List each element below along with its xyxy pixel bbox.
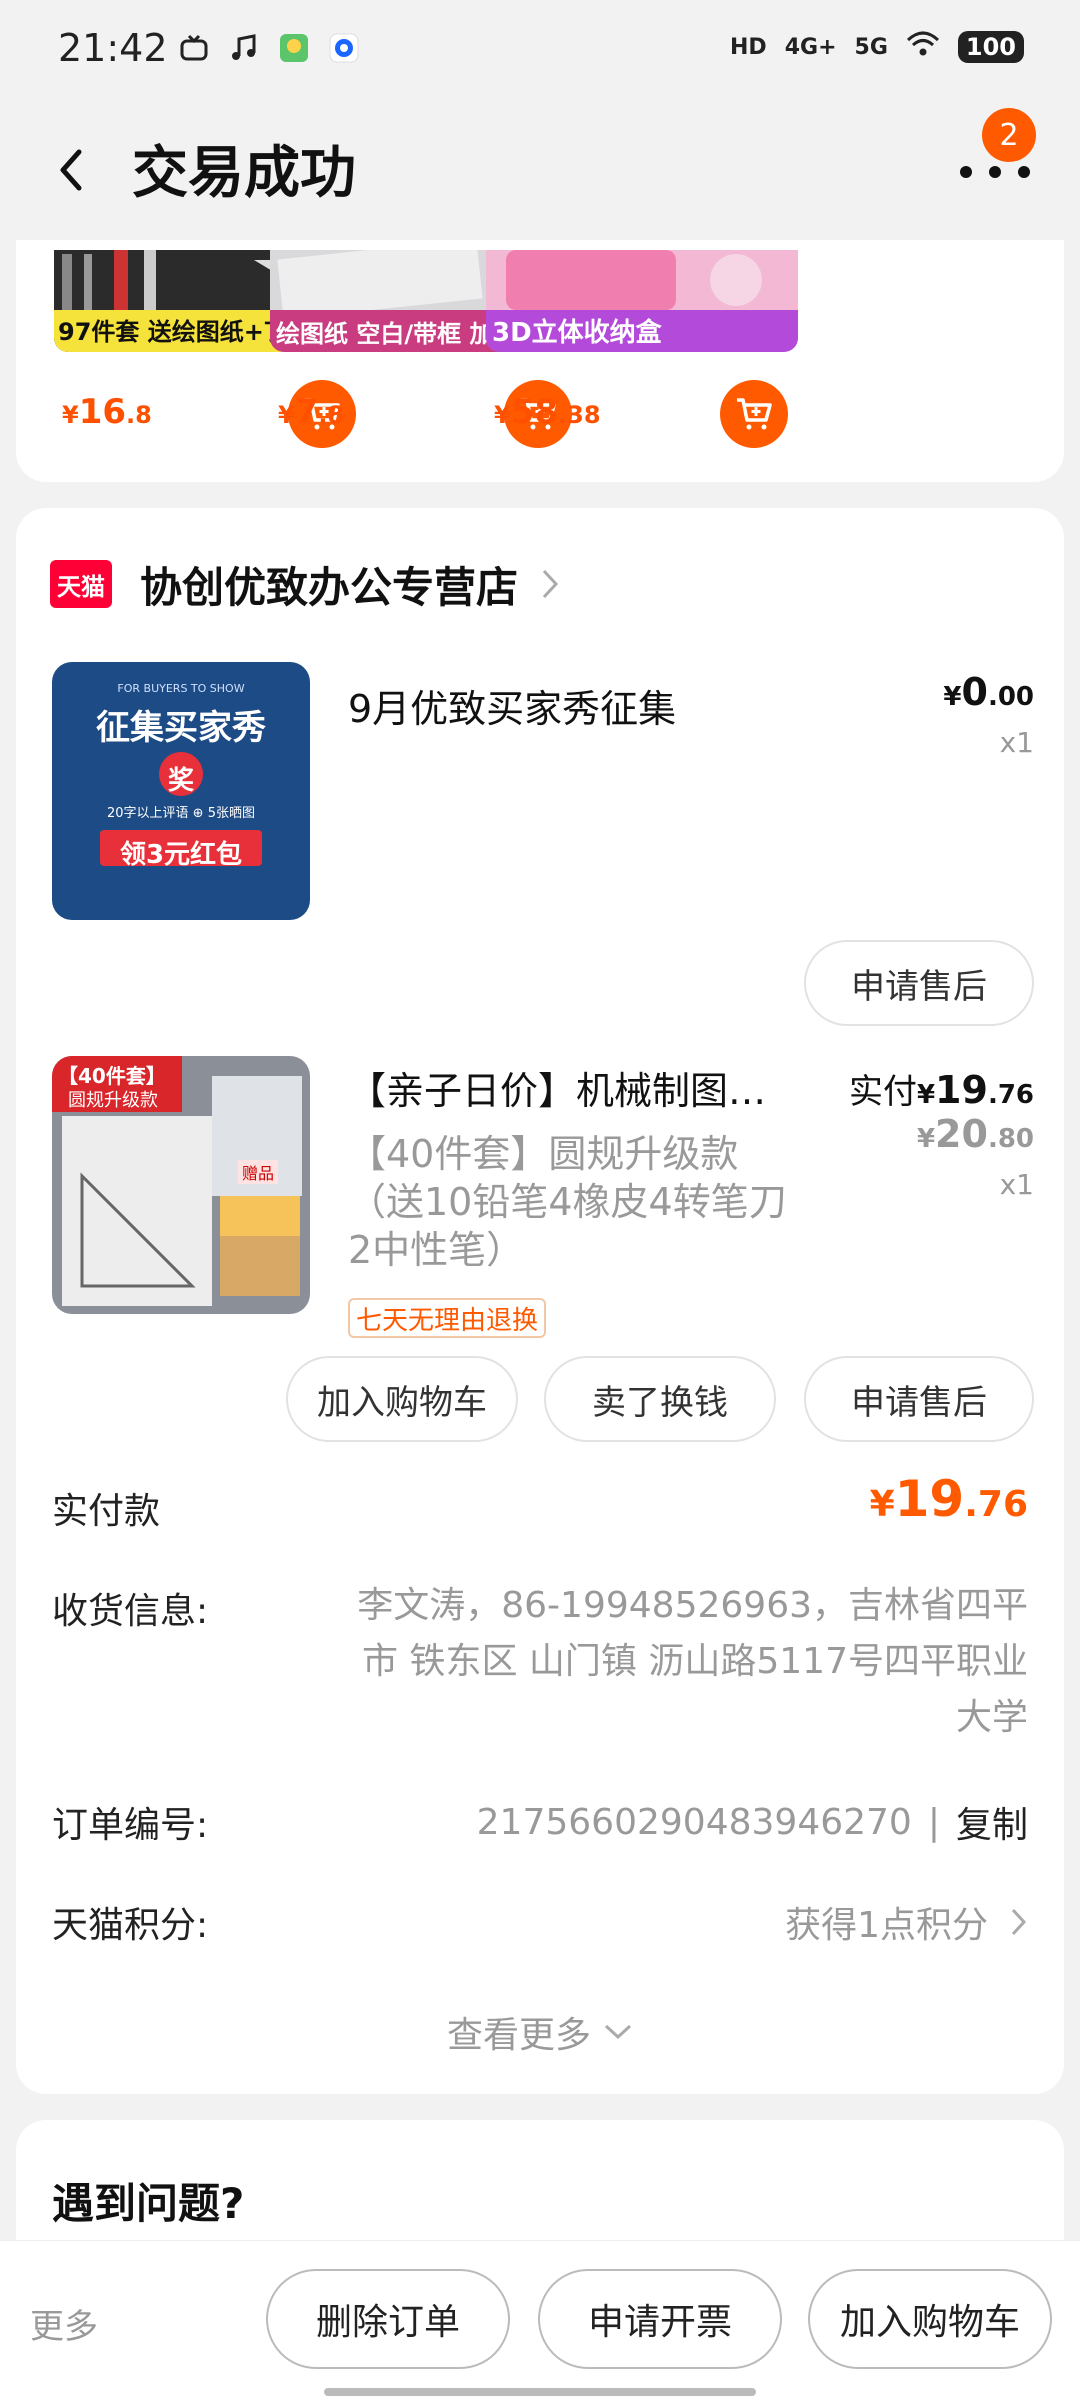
copy-button[interactable]: 复制 [956,1796,1028,1848]
product-spec: 【40件套】圆规升级款（送10铅笔4橡皮4转笔刀2中性笔） [348,1132,787,1272]
chevron-down-icon [604,2024,632,2040]
product-quantity: x1 [999,1168,1034,1201]
store-name: 协创优致办公专营店 [140,562,519,612]
resell-button[interactable]: 卖了换钱 [544,1356,776,1442]
product-image[interactable]: FOR BUYERS TO SHOW 征集买家秀 奖 20字以上评语 ⊕ 5张晒… [52,662,310,920]
product-title[interactable]: 9月优致买家秀征集 [348,678,676,733]
recommendation-strip: 97件套 送绘图纸+丁字尺 ¥16.8 绘图纸 空白/带框 加厚 ¥7.8 3D… [16,240,1064,482]
after-sale-button[interactable]: 申请售后 [804,1356,1034,1442]
add-to-cart-button[interactable] [720,380,788,448]
see-more-button[interactable]: 查看更多 [16,2006,1064,2058]
status-notification-icons [178,32,360,64]
product-price: ¥0.00 [943,670,1034,714]
product-image[interactable]: 【40件套】 圆规升级款 赠品 [52,1056,310,1314]
return-policy-tag: 七天无理由退换 [348,1298,547,1338]
order-card: 天猫 协创优致办公专营店 FOR BUYERS TO SHOW 征集买家秀 奖 … [16,508,1064,2094]
status-right-icons: HD 4G+ 5G 100 [730,30,1024,64]
order-number-row: 2175660290483946270 | 复制 [477,1796,1028,1848]
signal-5g-icon: 5G [854,34,888,60]
delete-order-button[interactable]: 删除订单 [266,2269,510,2369]
page-title: 交易成功 [132,141,356,206]
music-icon [228,32,260,64]
recommended-banner-text: 3D立体收纳盒 [492,318,662,348]
tv-app-icon [178,32,210,64]
help-title: 遇到问题? [52,2179,245,2228]
game-app-icon [278,32,310,64]
product-original-price: ¥20.80 [916,1112,1034,1156]
product-quantity: x1 [999,726,1034,759]
recommended-price: ¥7.8 [278,392,345,432]
order-number-value: 2175660290483946270 [476,1801,912,1843]
order-number-label: 订单编号: [52,1805,209,1846]
recommended-price: ¥58.38 [494,392,601,432]
cart-icon [737,398,772,430]
store-link[interactable]: 天猫 协创优致办公专营店 [50,554,560,614]
recommended-banner-text: 绘图纸 空白/带框 加厚 [276,320,518,348]
paid-amount-value: ¥19.76 [869,1470,1028,1528]
bottom-action-bar: 更多 删除订单 申请开票 加入购物车 [0,2240,1080,2400]
status-time: 21:42 [58,26,168,70]
add-to-cart-button[interactable]: 加入购物车 [808,2269,1052,2369]
request-invoice-button[interactable]: 申请开票 [538,2269,782,2369]
recommended-product-image: 3D立体收纳盒 [486,250,798,352]
points-label: 天猫积分: [52,1905,209,1946]
signal-4g-icon: 4G+ [784,34,837,60]
address-value: 李文涛，86-19948526963，吉林省四平市 铁东区 山门镇 沥山路511… [357,1585,1028,1738]
back-arrow-icon [60,149,82,191]
battery-icon: 100 [957,31,1024,63]
header: 交易成功 [0,100,1080,240]
browser-app-icon [328,32,360,64]
hd-icon: HD [730,34,767,60]
paid-amount-label: 实付款 [52,1491,161,1532]
after-sale-button[interactable]: 申请售后 [804,940,1034,1026]
product-title[interactable]: 【亲子日价】机械制图… [348,1060,766,1115]
notification-badge: 2 [982,108,1036,162]
add-to-cart-button[interactable]: 加入购物车 [286,1356,518,1442]
more-actions-button[interactable]: 更多 [30,2299,98,2348]
back-button[interactable] [42,140,102,200]
recommended-product[interactable]: 3D立体收纳盒 ¥58.38 [486,240,798,482]
chevron-right-icon [542,569,559,599]
chevron-right-icon [1011,1908,1027,1936]
recommended-price: ¥16.8 [62,392,152,432]
see-more-label: 查看更多 [446,2015,591,2056]
product-paid-price: 实付¥19.76 [848,1068,1034,1112]
status-bar: 21:42 HD 4G+ 5G 100 [0,0,1080,100]
address-label: 收货信息: [52,1591,209,1632]
wifi-icon [906,30,940,64]
points-row[interactable]: 获得1点积分 [785,1896,1028,1948]
tmall-logo: 天猫 [50,560,112,608]
home-indicator[interactable] [324,2388,756,2396]
points-value: 获得1点积分 [785,1905,988,1946]
